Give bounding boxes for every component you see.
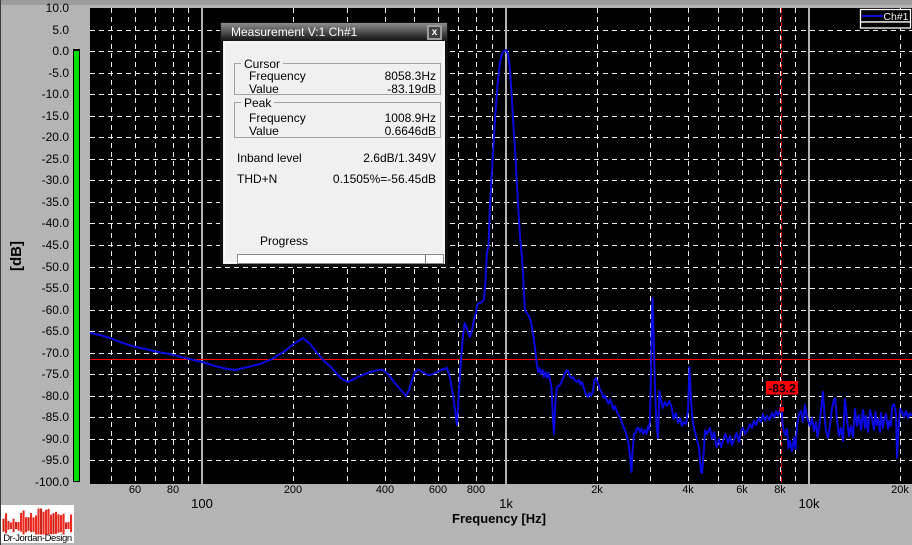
svg-text:Ch#1: Ch#1: [883, 11, 908, 23]
svg-text:-83.2: -83.2: [768, 382, 796, 396]
svg-text:Dr-Jordan-Design: Dr-Jordan-Design: [3, 533, 72, 543]
